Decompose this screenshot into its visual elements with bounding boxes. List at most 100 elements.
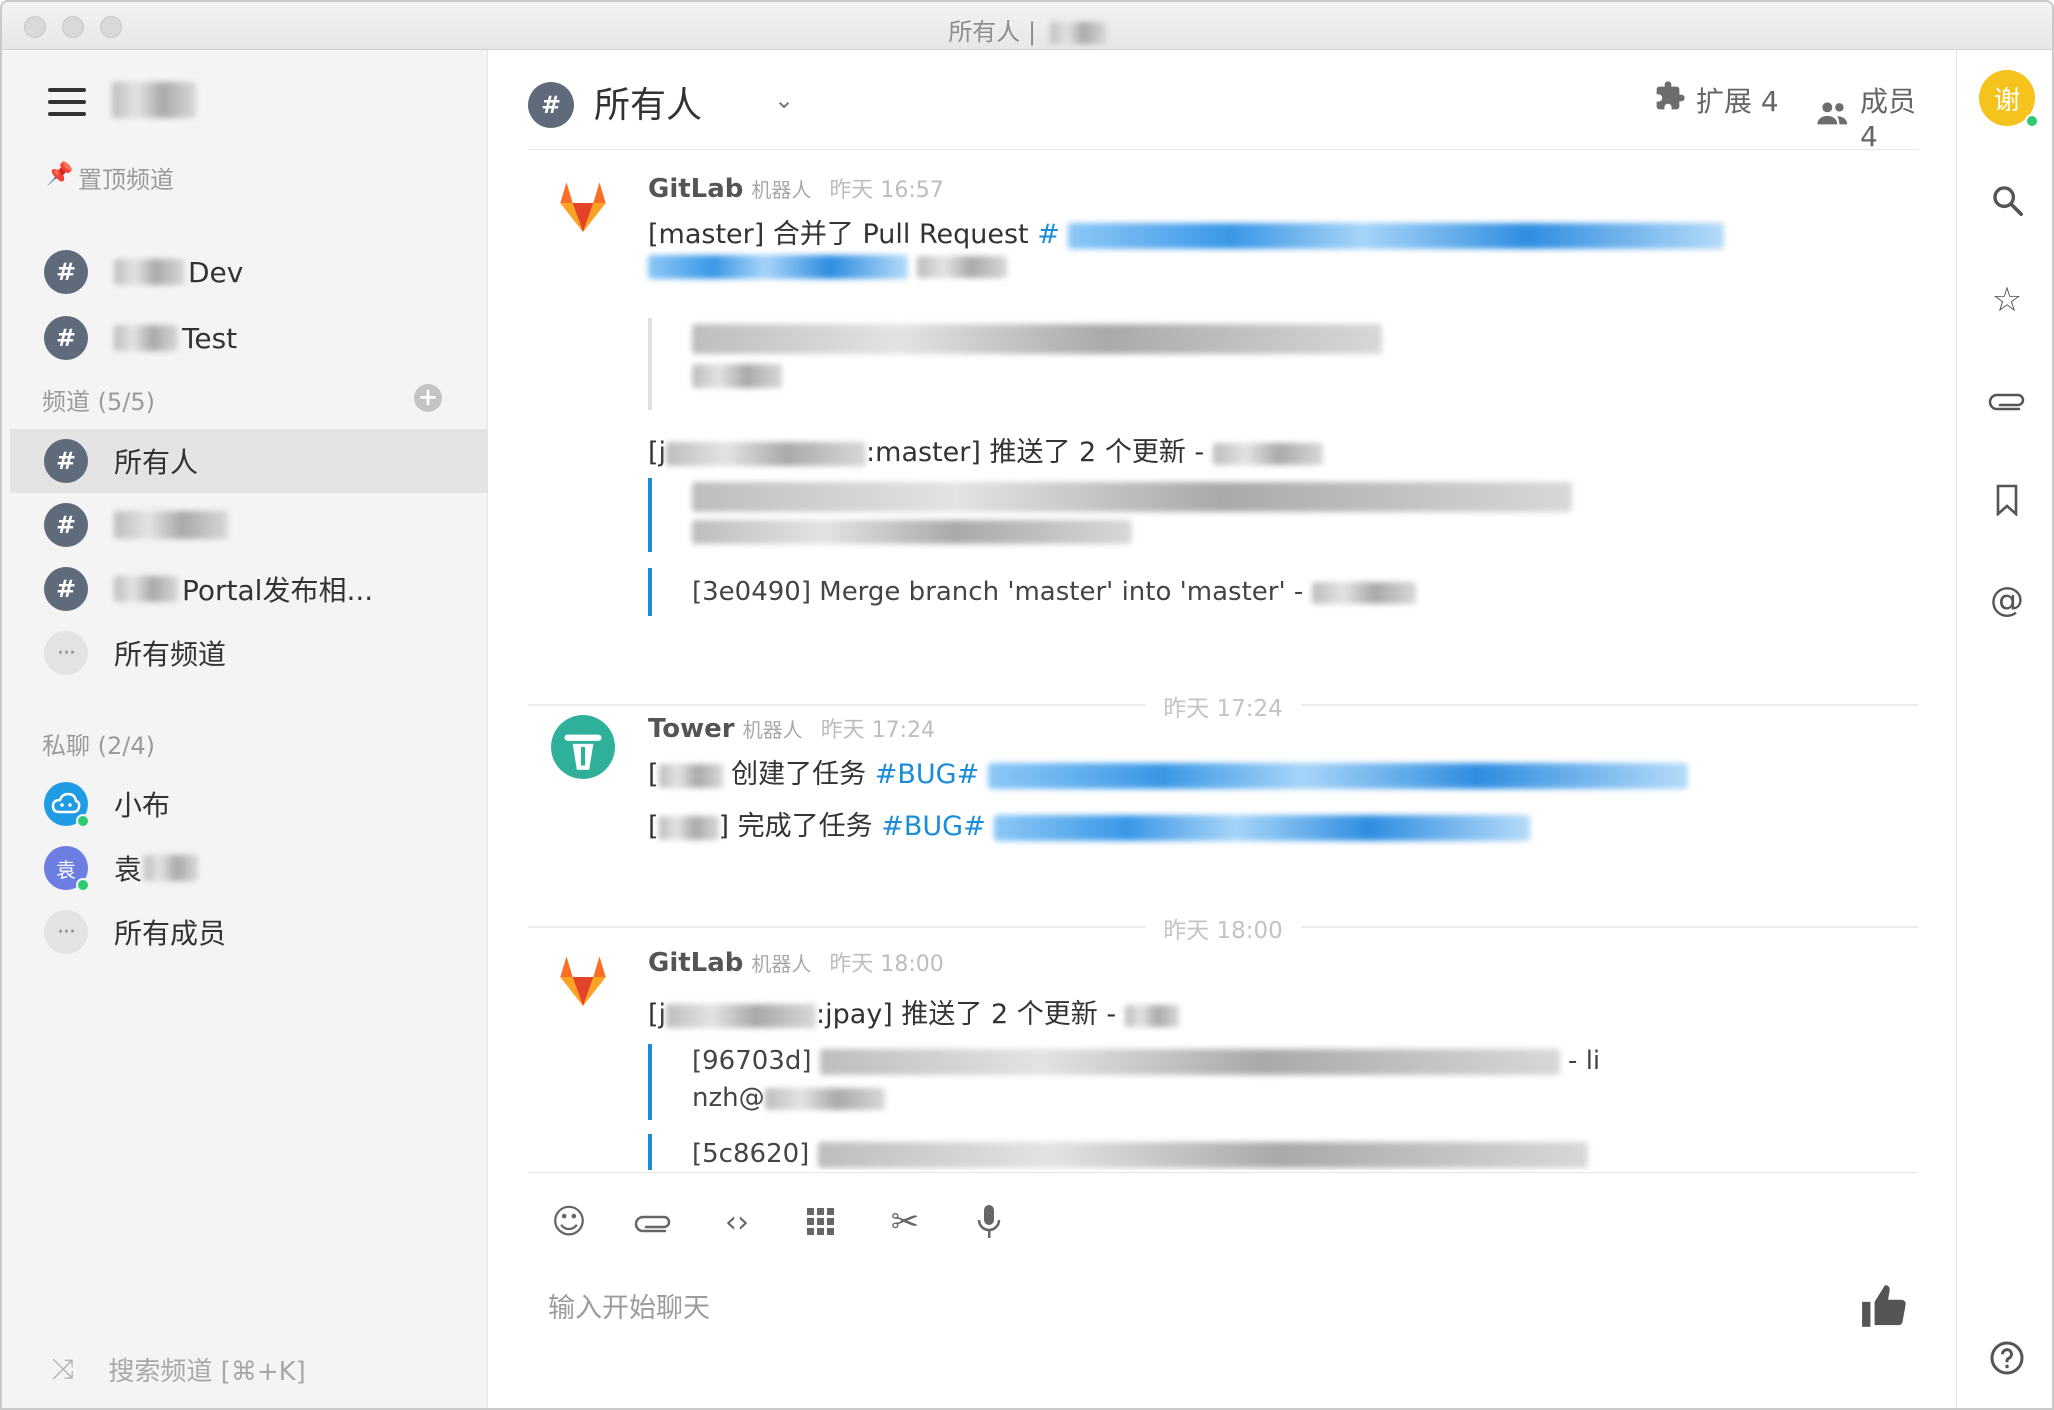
bug-tag-link[interactable]: #BUG# <box>881 811 985 842</box>
team-name-redacted[interactable] <box>112 82 196 118</box>
online-status-dot <box>76 814 90 828</box>
time-divider: 昨天 18:00 <box>528 911 1918 945</box>
extensions-button[interactable]: 扩展 4 <box>1654 80 1779 120</box>
bookmark-icon[interactable] <box>1979 472 2035 528</box>
add-channel-button[interactable]: + <box>414 384 442 412</box>
bracket-prefix: [ <box>648 759 659 790</box>
message-header: Tower 机器人 昨天 17:24 <box>648 712 935 744</box>
sidebar-item-xiaobu[interactable]: 小布 <box>10 772 488 836</box>
puzzle-icon <box>1654 80 1686 120</box>
commit-text: [3e0490] Merge branch 'master' into 'mas… <box>692 577 1304 607</box>
pinned-section-label: 置顶频道 <box>78 166 174 194</box>
sender-name[interactable]: Tower <box>648 714 735 744</box>
push-line: [j:jpay] 推送了 2 个更新 - <box>648 992 1179 1031</box>
bot-role-label: 机器人 <box>742 718 803 742</box>
commit-email: nzh@ <box>692 1083 765 1113</box>
bug-tag-link[interactable]: #BUG# <box>875 759 979 790</box>
sender-name[interactable]: GitLab <box>648 948 743 978</box>
star-icon[interactable]: ☆ <box>1979 272 2035 328</box>
redacted-repo <box>666 1003 817 1028</box>
scissors-icon[interactable]: ✂ <box>880 1197 930 1247</box>
channel-hash-icon: # <box>44 567 88 611</box>
sidebar-item-dev[interactable]: # Dev <box>10 240 488 304</box>
channel-title[interactable]: 所有人 <box>594 76 702 128</box>
tower-logo-icon <box>551 715 615 779</box>
apps-icon[interactable] <box>796 1197 846 1247</box>
sidebar-item-test[interactable]: # Test <box>10 306 488 370</box>
redacted-name <box>144 855 199 881</box>
sidebar-item-all-members[interactable]: ··· 所有成员 <box>10 900 488 964</box>
title-bar: 所有人 | <box>2 2 2052 50</box>
sidebar-item-portal[interactable]: # Portal发布相... <box>10 557 488 621</box>
sender-name[interactable]: GitLab <box>648 174 743 204</box>
search-icon[interactable] <box>1979 172 2035 228</box>
redacted-link[interactable] <box>648 254 908 279</box>
push-prefix: [j <box>648 999 667 1030</box>
at-icon[interactable]: @ <box>1979 572 2035 628</box>
task-action: ] 完成了任务 <box>718 811 873 842</box>
hamburger-menu-icon[interactable] <box>48 88 86 116</box>
sidebar-item-label: 所有成员 <box>114 917 227 950</box>
xiaobu-avatar <box>44 782 90 828</box>
message-line <box>648 250 1007 281</box>
redacted-task-link[interactable] <box>994 814 1531 841</box>
microphone-icon[interactable] <box>964 1197 1014 1247</box>
members-button[interactable]: 成员 4 <box>1816 80 1918 153</box>
sidebar-item-redacted-channel[interactable]: # <box>10 493 488 557</box>
sidebar-search-channels[interactable]: ⤨ 搜索频道 [⌘+K] <box>2 1326 488 1408</box>
sidebar: 📌 置顶频道 # Dev # Test 频道 (5/5) + # 所有人 # #… <box>2 50 488 1408</box>
message-list[interactable]: GitLab 机器人 昨天 16:57 [master] 合并了 Pull Requ… <box>528 152 1918 1170</box>
message-line: [master] 合并了 Pull Request # <box>648 212 1725 251</box>
sidebar-item-label: 所有人 <box>114 446 199 479</box>
window-title: 所有人 | <box>2 12 2052 47</box>
message-input[interactable] <box>548 1283 1748 1333</box>
redacted-commit <box>692 520 1132 544</box>
redacted-author <box>1124 1004 1179 1027</box>
main-panel: # 所有人 ⌄ 扩展 4 成员 4 GitLab 机器人 昨天 16:57 [m… <box>488 50 1956 1408</box>
quoted-description <box>648 318 1382 410</box>
online-status-dot <box>2025 114 2039 128</box>
chevron-down-icon[interactable]: ⌄ <box>774 86 794 114</box>
more-icon: ··· <box>44 910 88 954</box>
commit-tail: - li <box>1568 1046 1601 1076</box>
attachment-icon[interactable] <box>628 1197 678 1247</box>
sidebar-item-yuan[interactable]: 袁 袁 <box>10 836 488 900</box>
commit-quote: [3e0490] Merge branch 'master' into 'mas… <box>648 568 1416 616</box>
bot-role-label: 机器人 <box>751 178 812 202</box>
sidebar-item-all-people[interactable]: # 所有人 <box>10 429 488 493</box>
sidebar-item-label: Dev <box>188 255 244 289</box>
emoji-icon[interactable]: ☺ <box>544 1197 594 1247</box>
members-label: 成员 4 <box>1860 85 1917 153</box>
redacted-text <box>692 364 782 388</box>
redacted-commit <box>692 482 1572 512</box>
message-header: GitLab 机器人 昨天 16:57 <box>648 172 944 204</box>
sidebar-item-all-channels[interactable]: ··· 所有频道 <box>10 621 488 685</box>
gitlab-logo-icon <box>560 182 606 232</box>
user-avatar[interactable]: 谢 <box>1979 70 2039 128</box>
message-header: GitLab 机器人 昨天 18:00 <box>648 946 944 978</box>
help-icon[interactable] <box>1979 1330 2035 1386</box>
right-rail: 谢 ☆ @ <box>1956 50 2052 1408</box>
people-icon <box>1816 99 1850 135</box>
redacted-text <box>692 324 1382 354</box>
commit-quote <box>648 478 1572 552</box>
extensions-label: 扩展 4 <box>1696 85 1779 118</box>
pull-request-link[interactable]: # <box>1037 219 1060 250</box>
redacted-task-link[interactable] <box>987 762 1688 789</box>
code-icon[interactable]: ‹› <box>712 1197 762 1247</box>
redacted-author <box>1212 442 1323 465</box>
attachment-icon[interactable] <box>1979 372 2035 428</box>
redacted-link[interactable] <box>1068 222 1725 249</box>
message-line: [] 完成了任务 #BUG# <box>648 804 1531 843</box>
more-icon: ··· <box>44 631 88 675</box>
search-channels-label: 搜索频道 [⌘+K] <box>108 1356 306 1387</box>
sidebar-item-label: 袁 <box>114 853 143 886</box>
redacted-prefix <box>114 576 178 602</box>
message-time: 昨天 16:57 <box>829 178 944 203</box>
commit-line: [96703d] - li <box>692 1044 1600 1078</box>
shuffle-icon: ⤨ <box>52 1352 75 1385</box>
redacted-prefix <box>114 259 184 285</box>
redacted-user <box>658 763 723 788</box>
thumbs-up-icon[interactable] <box>1860 1283 1910 1340</box>
window-title-text: 所有人 | <box>948 18 1037 46</box>
